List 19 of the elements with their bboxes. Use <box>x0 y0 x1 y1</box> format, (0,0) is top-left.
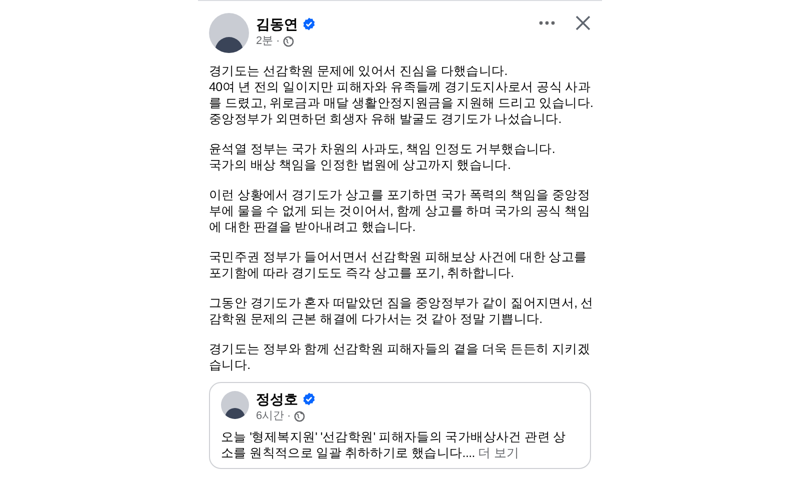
see-more-link[interactable]: 더 보기 <box>478 446 520 460</box>
post-paragraph: 경기도는 정부와 함께 선감학원 피해자들의 곁을 더욱 든든히 지키겠 습니다. <box>209 341 590 373</box>
author-name[interactable]: 김동연 <box>256 15 298 33</box>
shared-post-card[interactable]: 정성호 6시간 · 오늘 '형제복지원' '선감학원' 피해자들의 국가배상사건 관련 상 소를 원칙적으로 일괄 취하하기로 했습니다.... 더 보기 <box>209 382 591 469</box>
avatar <box>221 391 249 419</box>
close-icon[interactable] <box>575 15 591 31</box>
post-time[interactable]: 2분 <box>256 33 274 49</box>
post-paragraph: 경기도는 선감학원 문제에 있어서 진심을 다했습니다. 40여 년 전의 일이지만 피해자와 유족들께 경기도지사로서 공식 사과 를 드렸고, 위로금과 매달 생활안정지원금을 지원해 드리고 있습니다. 중앙정부가 외면하던 희생자 유해 발굴도 경기도가 나섰습니다. <box>209 63 594 127</box>
avatar <box>209 13 249 53</box>
more-options-icon[interactable] <box>539 21 555 25</box>
post-paragraph: 이런 상황에서 경기도가 상고를 포기하면 국가 폭력의 책임을 중앙정 부에 물을 수 없게 되는 것이어서, 함께 상고를 하며 국가의 공식 책임 에 대한 판결을 받아내려고 했습니다. <box>209 187 590 235</box>
post-time[interactable]: 6시간 <box>256 408 284 424</box>
separator-dot: · <box>276 34 280 49</box>
post-paragraph: 국민주권 정부가 들어서면서 선감학원 피해보상 사건에 대한 상고를 포기함에 따라 경기도도 즉각 상고를 포기, 취하합니다. <box>209 249 587 281</box>
separator-dot: · <box>287 409 291 424</box>
post-paragraph: 윤석열 정부는 국가 차원의 사과도, 책임 인정도 거부했습니다. 국가의 배상 책임을 인정한 법원에 상고까지 했습니다. <box>209 141 556 173</box>
author-name[interactable]: 정성호 <box>256 390 298 408</box>
post-paragraph: 그동안 경기도가 혼자 떠맡았던 짐을 중앙정부가 같이 짊어지면서, 선 감학원 문제의 근본 해결에 다가서는 것 같아 정말 기쁩니다. <box>209 295 594 327</box>
shared-post-text: 오늘 '형제복지원' '선감학원' 피해자들의 국가배상사건 관련 상 소를 원칙적으로 일괄 취하하기로 했습니다.... 더 보기 <box>221 429 566 461</box>
